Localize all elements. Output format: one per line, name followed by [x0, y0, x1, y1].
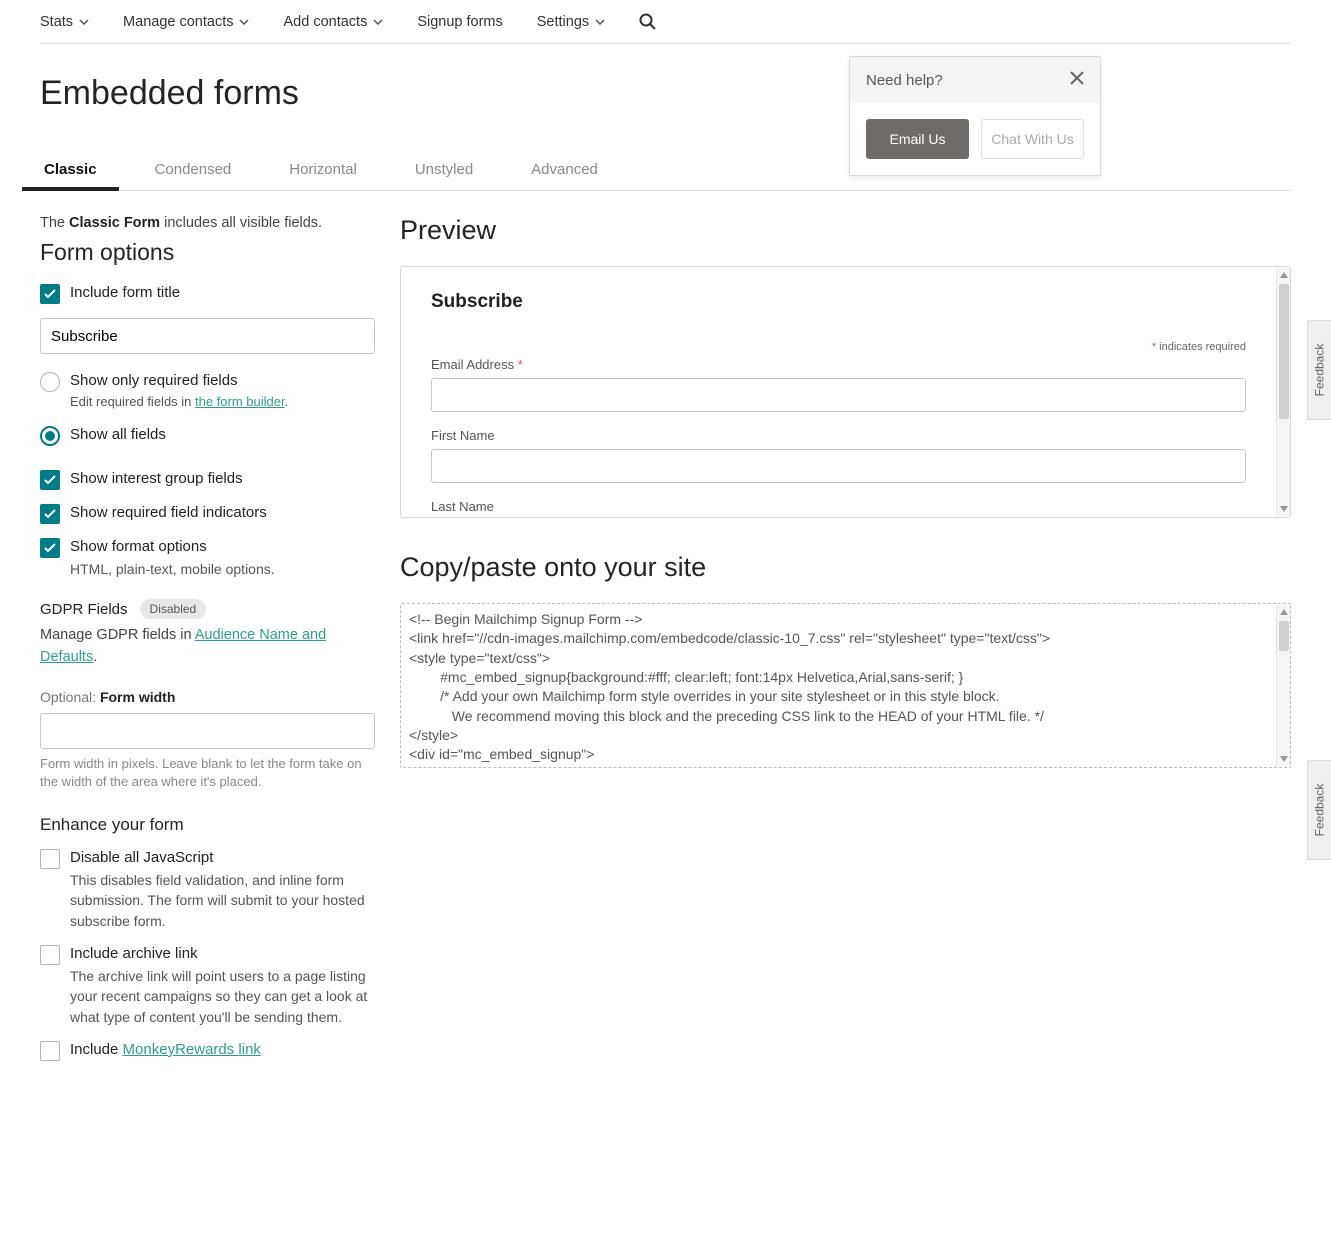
feedback-tab[interactable]: Feedback: [1307, 320, 1331, 420]
chevron-down-icon: [373, 19, 383, 25]
include-title-label: Include form title: [70, 284, 375, 301]
disable-js-checkbox[interactable]: [40, 849, 60, 869]
nav-add-contacts[interactable]: Add contacts: [283, 14, 383, 30]
preview-box: Subscribe * indicates required Email Add…: [400, 266, 1291, 518]
scroll-up-icon[interactable]: [1277, 605, 1291, 619]
nav-settings[interactable]: Settings: [537, 14, 605, 30]
code-content[interactable]: <!-- Begin Mailchimp Signup Form --> <li…: [409, 610, 1272, 765]
chevron-down-icon: [239, 19, 249, 25]
preview-scrollbar[interactable]: [1276, 268, 1290, 516]
show-required-radio[interactable]: [40, 372, 60, 392]
monkeyrewards-link[interactable]: MonkeyRewards link: [123, 1041, 261, 1058]
form-width-hint: Form width in pixels. Leave blank to let…: [40, 755, 375, 791]
form-builder-link[interactable]: the form builder: [195, 394, 285, 409]
show-format-checkbox[interactable]: [40, 538, 60, 558]
form-width-label: Optional: Form width: [40, 689, 375, 705]
form-title-input[interactable]: [40, 318, 375, 354]
search-icon[interactable]: [639, 13, 656, 30]
tab-unstyled[interactable]: Unstyled: [411, 153, 477, 190]
tab-condensed[interactable]: Condensed: [151, 153, 236, 190]
monkeyrewards-label: Include MonkeyRewards link: [70, 1041, 375, 1058]
show-format-hint: HTML, plain-text, mobile options.: [70, 559, 375, 579]
show-indicators-checkbox[interactable]: [40, 504, 60, 524]
help-panel: Need help? Email Us Chat With Us: [849, 56, 1101, 176]
nav-label: Manage contacts: [123, 14, 233, 30]
form-width-input[interactable]: [40, 713, 375, 749]
copy-paste-title: Copy/paste onto your site: [400, 552, 1291, 583]
feedback-tab[interactable]: Feedback: [1307, 760, 1331, 860]
scroll-down-icon[interactable]: [1277, 502, 1291, 516]
chevron-down-icon: [595, 19, 605, 25]
tab-horizontal[interactable]: Horizontal: [285, 153, 361, 190]
firstname-input[interactable]: [431, 449, 1246, 483]
include-title-checkbox[interactable]: [40, 284, 60, 304]
archive-label: Include archive link: [70, 945, 375, 962]
show-all-label: Show all fields: [70, 426, 375, 443]
scroll-up-icon[interactable]: [1277, 268, 1291, 282]
gdpr-label: GDPR Fields: [40, 601, 128, 618]
show-groups-label: Show interest group fields: [70, 470, 375, 487]
top-navigation: Stats Manage contacts Add contacts Signu…: [40, 0, 1291, 44]
nav-label: Settings: [537, 14, 589, 30]
email-label: Email Address *: [431, 357, 1246, 372]
monkeyrewards-checkbox[interactable]: [40, 1041, 60, 1061]
email-us-button[interactable]: Email Us: [866, 119, 969, 159]
tab-bar: Classic Condensed Horizontal Unstyled Ad…: [40, 153, 1291, 191]
close-icon[interactable]: [1070, 71, 1084, 89]
preview-title: Preview: [400, 215, 1291, 246]
scroll-thumb[interactable]: [1279, 284, 1289, 419]
chat-with-us-button[interactable]: Chat With Us: [981, 119, 1084, 159]
archive-hint: The archive link will point users to a p…: [70, 966, 375, 1027]
firstname-label: First Name: [431, 428, 1246, 443]
disable-js-label: Disable all JavaScript: [70, 849, 375, 866]
page-title: Embedded forms: [40, 74, 1291, 113]
code-box[interactable]: <!-- Begin Mailchimp Signup Form --> <li…: [400, 603, 1291, 768]
lastname-label: Last Name: [431, 499, 1246, 514]
help-title: Need help?: [866, 72, 943, 89]
tab-advanced[interactable]: Advanced: [527, 153, 602, 190]
nav-label: Stats: [40, 14, 73, 30]
scroll-down-icon[interactable]: [1277, 752, 1291, 766]
show-indicators-label: Show required field indicators: [70, 504, 375, 521]
nav-manage-contacts[interactable]: Manage contacts: [123, 14, 249, 30]
required-note: * indicates required: [431, 341, 1246, 353]
show-groups-checkbox[interactable]: [40, 470, 60, 490]
gdpr-badge: Disabled: [140, 599, 207, 619]
archive-checkbox[interactable]: [40, 945, 60, 965]
nav-label: Signup forms: [417, 14, 502, 30]
disable-js-hint: This disables field validation, and inli…: [70, 870, 375, 931]
scroll-thumb[interactable]: [1279, 621, 1289, 651]
nav-label: Add contacts: [283, 14, 367, 30]
enhance-title: Enhance your form: [40, 815, 375, 835]
show-required-label: Show only required fields: [70, 372, 375, 389]
tab-classic[interactable]: Classic: [40, 153, 101, 190]
form-options-title: Form options: [40, 239, 375, 266]
gdpr-hint: Manage GDPR fields in Audience Name and …: [40, 625, 375, 669]
preview-form-title: Subscribe: [431, 291, 1246, 313]
email-input[interactable]: [431, 378, 1246, 412]
show-required-hint: Edit required fields in the form builder…: [70, 393, 375, 412]
nav-stats[interactable]: Stats: [40, 14, 89, 30]
chevron-down-icon: [79, 19, 89, 25]
show-all-radio[interactable]: [40, 426, 60, 446]
show-format-label: Show format options: [70, 538, 375, 555]
intro-text: The Classic Form includes all visible fi…: [40, 215, 375, 231]
code-scrollbar[interactable]: [1276, 605, 1290, 766]
nav-signup-forms[interactable]: Signup forms: [417, 14, 502, 30]
